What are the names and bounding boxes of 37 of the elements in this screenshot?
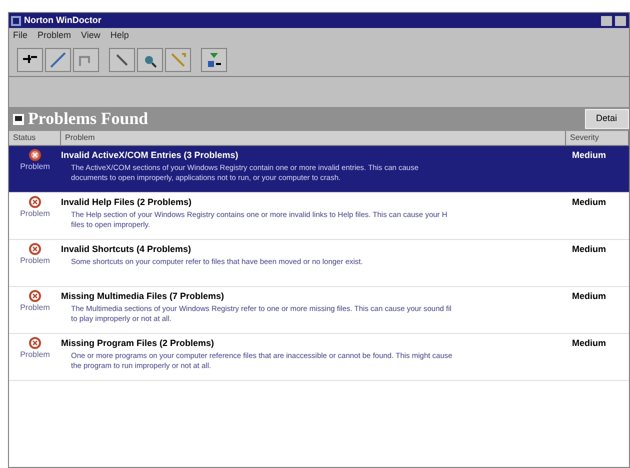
problem-row[interactable] bbox=[9, 146, 629, 193]
problem-title: Invalid Shortcuts (4 Problems) bbox=[61, 243, 192, 256]
details-button[interactable]: Detai bbox=[585, 109, 629, 129]
search-icon-button[interactable] bbox=[137, 48, 163, 72]
status-label: Problem bbox=[20, 161, 50, 173]
severity-label: Medium bbox=[571, 149, 606, 161]
column-header[interactable]: Problem bbox=[61, 131, 566, 145]
window-title: Norton WinDoctor bbox=[24, 14, 102, 27]
problem-row[interactable] bbox=[9, 287, 629, 334]
severity-label: Medium bbox=[571, 337, 606, 349]
column-header[interactable]: Status bbox=[9, 131, 61, 145]
problem-title: Missing Multimedia Files (7 Problems) bbox=[61, 290, 226, 303]
menu-item[interactable]: Help bbox=[110, 28, 129, 42]
error-icon bbox=[29, 337, 41, 349]
severity-label: Medium bbox=[571, 290, 606, 302]
severity-label: Medium bbox=[571, 196, 606, 208]
menu-item[interactable]: Problem bbox=[38, 28, 72, 42]
error-icon bbox=[29, 290, 41, 302]
panel-title: Problems Found bbox=[28, 108, 148, 130]
status-label: Problem bbox=[20, 208, 50, 220]
column-header[interactable]: Severity bbox=[566, 131, 629, 145]
error-icon bbox=[29, 196, 41, 208]
panel-icon bbox=[13, 114, 24, 124]
severity-label: Medium bbox=[571, 243, 606, 255]
problem-title: Invalid Help Files (2 Problems) bbox=[61, 196, 193, 209]
problem-title: Invalid ActiveX/COM Entries (3 Problems) bbox=[61, 149, 240, 162]
status-label: Problem bbox=[20, 349, 50, 361]
minimize-button[interactable] bbox=[601, 16, 612, 26]
menu-item[interactable]: File bbox=[13, 28, 28, 42]
status-label: Problem bbox=[20, 302, 50, 314]
problem-title: Missing Program Files (2 Problems) bbox=[61, 337, 216, 350]
problem-row[interactable] bbox=[9, 334, 629, 381]
error-icon bbox=[29, 243, 41, 255]
menu-item[interactable]: View bbox=[81, 28, 100, 42]
maximize-button[interactable] bbox=[615, 16, 626, 26]
error-icon bbox=[29, 149, 41, 161]
status-label: Problem bbox=[20, 255, 50, 267]
